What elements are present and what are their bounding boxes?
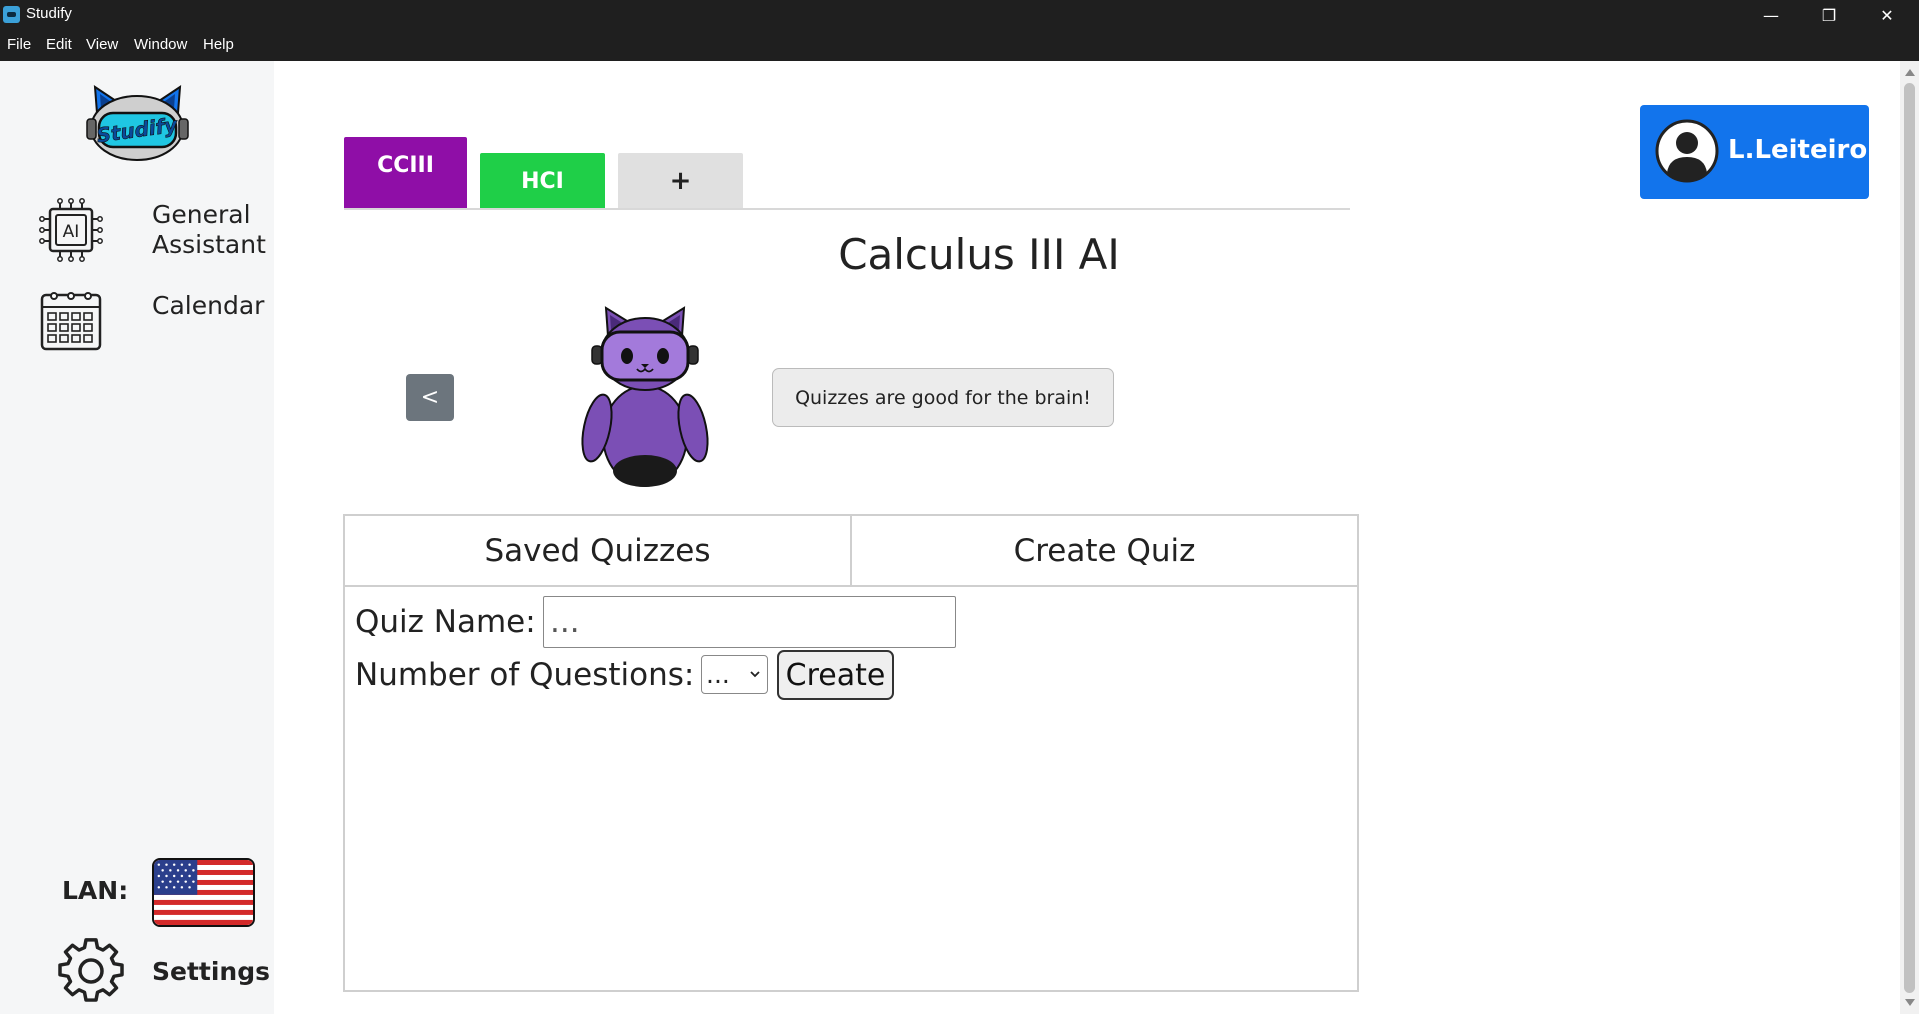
scroll-up-arrow-icon[interactable] — [1905, 69, 1915, 76]
user-name: L.Leiteiro — [1728, 135, 1868, 165]
user-account-button[interactable]: L.Leiteiro — [1640, 105, 1869, 199]
tab-saved-quizzes[interactable]: Saved Quizzes — [345, 516, 852, 587]
app-icon — [3, 6, 20, 23]
menu-file[interactable]: File — [7, 36, 31, 53]
ai-chip-icon: AI — [39, 198, 103, 262]
number-of-questions-label: Number of Questions: — [355, 657, 695, 693]
title-bar: Studify — ❐ ✕ — [0, 0, 1919, 30]
sidebar-item-label: Calendar — [152, 291, 265, 320]
add-tab-button[interactable]: + — [618, 153, 743, 209]
scroll-down-arrow-icon[interactable] — [1905, 999, 1915, 1006]
settings-label: Settings — [152, 957, 271, 986]
tab-hci[interactable]: HCI — [480, 153, 605, 209]
page-title: Calculus III AI — [838, 230, 1120, 279]
tab-divider — [344, 208, 1350, 210]
chevron-down-icon — [750, 671, 760, 678]
sidebar-item-general-assistant[interactable]: AI General Assistant — [38, 197, 274, 267]
us-flag-icon[interactable] — [152, 858, 255, 927]
menu-edit[interactable]: Edit — [46, 36, 72, 53]
minimize-button[interactable]: — — [1742, 0, 1800, 30]
create-quiz-button[interactable]: Create — [777, 650, 894, 700]
tab-create-quiz[interactable]: Create Quiz — [852, 516, 1357, 587]
tab-cciii[interactable]: CCIII — [344, 137, 467, 209]
menu-window[interactable]: Window — [134, 36, 187, 53]
scroll-thumb[interactable] — [1904, 83, 1915, 993]
speech-bubble: Quizzes are good for the brain! — [772, 368, 1114, 427]
window-title: Studify — [26, 5, 72, 22]
studify-logo[interactable]: Studify — [85, 83, 190, 163]
mascot-image — [581, 306, 709, 487]
gear-icon — [58, 938, 124, 1002]
quiz-name-input[interactable] — [543, 596, 956, 648]
menu-help[interactable]: Help — [203, 36, 234, 53]
user-avatar-icon — [1655, 119, 1719, 183]
sidebar-item-label: General Assistant — [152, 200, 266, 259]
sidebar: Studify AI General Assistant Calendar LA… — [0, 61, 274, 1014]
sidebar-item-calendar[interactable]: Calendar — [38, 287, 274, 357]
close-button[interactable]: ✕ — [1858, 0, 1916, 30]
quiz-name-label: Quiz Name: — [355, 604, 536, 640]
language-label: LAN: — [62, 876, 129, 905]
ai-icon-text: AI — [63, 222, 80, 242]
back-button[interactable]: < — [406, 374, 454, 421]
menu-view[interactable]: View — [86, 36, 118, 53]
select-value: ... — [706, 660, 730, 689]
scrollbar[interactable] — [1900, 61, 1919, 1014]
settings-button[interactable]: Settings — [58, 936, 271, 1006]
menu-bar: File Edit View Window Help — [0, 30, 1919, 61]
maximize-button[interactable]: ❐ — [1800, 0, 1858, 30]
calendar-icon — [40, 292, 102, 351]
number-of-questions-select[interactable]: ... — [701, 655, 768, 694]
quiz-panel: Saved Quizzes Create Quiz Quiz Name: Num… — [343, 514, 1359, 992]
